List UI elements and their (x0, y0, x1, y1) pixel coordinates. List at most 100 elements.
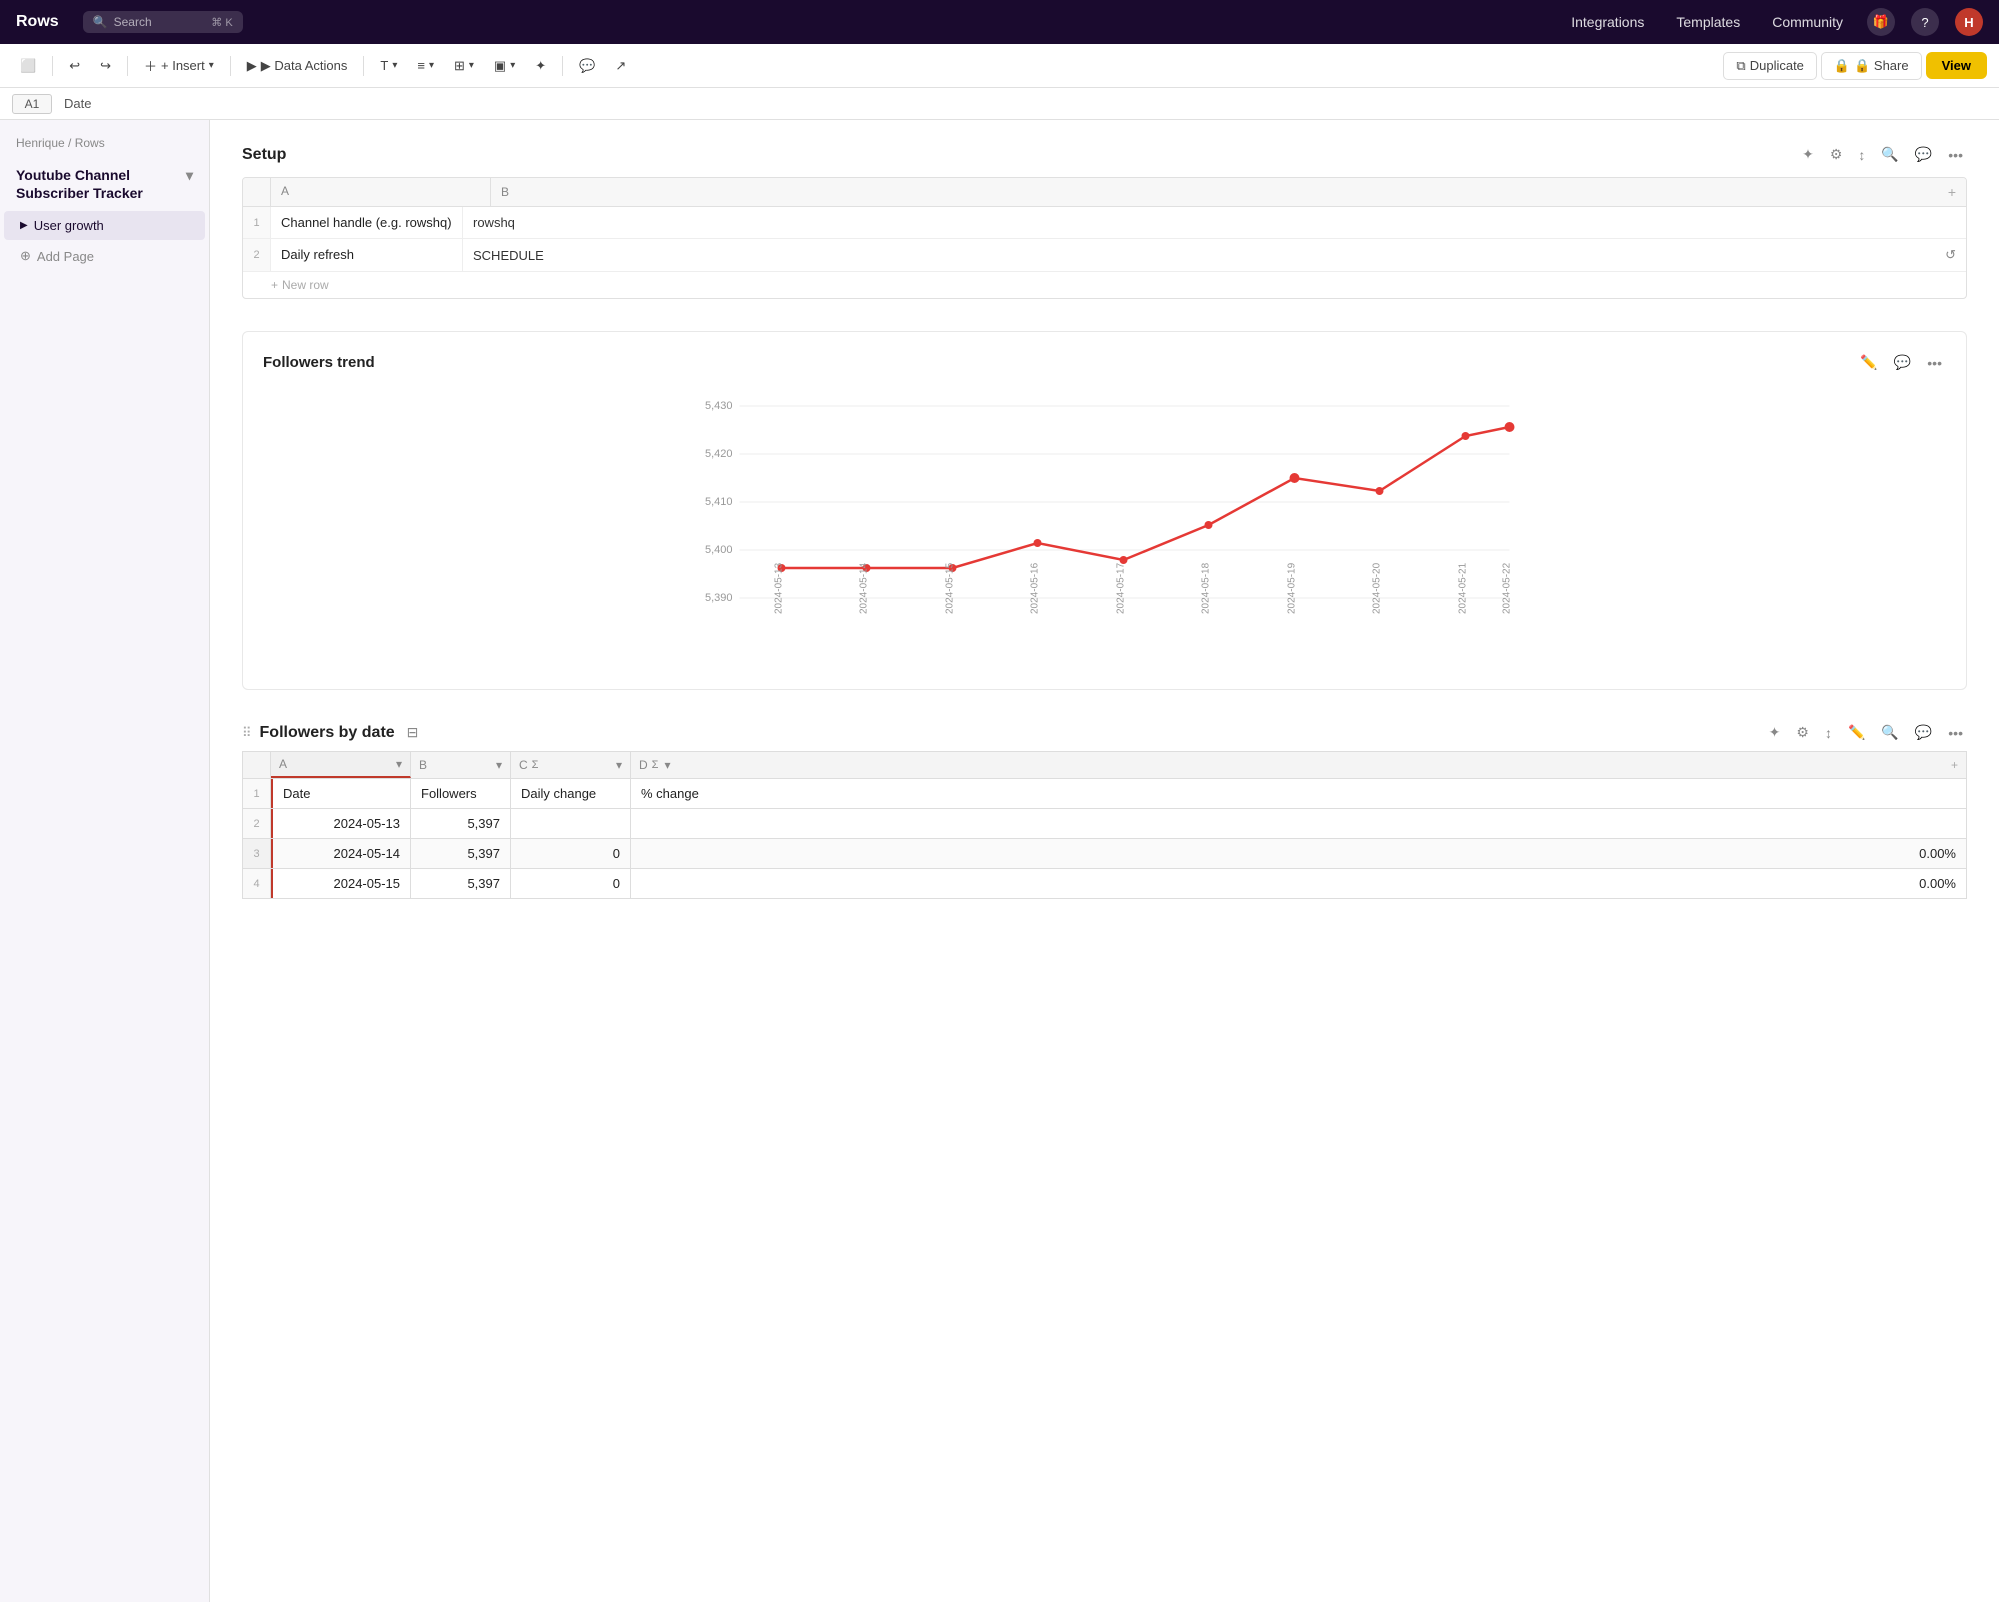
row-4-pct-change[interactable]: 0.00% (631, 869, 1966, 898)
row-2-pct-change[interactable] (631, 809, 1966, 838)
data-point-6 (1290, 473, 1300, 483)
row-4-followers[interactable]: 5,397 (411, 869, 511, 898)
avatar[interactable]: H (1955, 8, 1983, 36)
chevron-icon[interactable]: ▾ (186, 166, 193, 184)
comment-icon-setup[interactable]: 💬 (1911, 144, 1936, 165)
pct-change-col-name[interactable]: % change (631, 779, 1966, 808)
y-label-5400: 5,400 (705, 544, 733, 556)
plus-icon: ＋ (144, 56, 157, 75)
x-label-3: 2024-05-16 (1030, 562, 1041, 614)
row-4-daily-change[interactable]: 0 (511, 869, 631, 898)
gift-icon[interactable]: 🎁 (1867, 8, 1895, 36)
chart-more-icon[interactable]: ••• (1923, 353, 1946, 373)
edit-icon-tbl[interactable]: ✏️ (1844, 722, 1869, 743)
daily-change-col-name[interactable]: Daily change (511, 779, 631, 808)
cell-content: Date (64, 96, 91, 111)
row-2-date[interactable]: 2024-05-13 (271, 809, 411, 838)
new-row[interactable]: + New row (243, 272, 1966, 298)
date-col-name[interactable]: Date (271, 779, 411, 808)
row-4-date[interactable]: 2024-05-15 (271, 869, 411, 898)
col-c-dropdown[interactable]: ▾ (616, 758, 622, 772)
col-a-dropdown[interactable]: ▾ (396, 757, 402, 771)
filter-icon-tbl[interactable]: ⚙ (1792, 722, 1813, 743)
col-d-header-tbl[interactable]: D Σ ▾ + (631, 752, 1966, 778)
table-view-icon[interactable]: ⊟ (403, 722, 423, 743)
x-label-4: 2024-05-17 (1116, 562, 1127, 614)
undo-btn[interactable]: ↩ (61, 53, 88, 79)
chart-btn[interactable]: ▣ ▾ (486, 53, 523, 79)
data-point-4 (1120, 556, 1128, 564)
duplicate-btn[interactable]: ⧉ Duplicate (1723, 52, 1817, 80)
help-icon[interactable]: ? (1911, 8, 1939, 36)
sidebar-item-user-growth[interactable]: ▶ User growth (4, 211, 205, 240)
search-placeholder: Search (114, 15, 152, 29)
data-actions-btn[interactable]: ▶ ▶ Data Actions (239, 53, 356, 79)
sort-icon[interactable]: ↕ (1854, 145, 1869, 165)
align-btn[interactable]: ≡ ▾ (409, 53, 442, 78)
col-header-row: A ▾ B ▾ C Σ ▾ D Σ ▾ + (242, 751, 1967, 778)
comment-btn[interactable]: 💬 (571, 53, 603, 79)
clean-btn[interactable]: ✦ (527, 53, 554, 79)
search-icon-setup[interactable]: 🔍 (1877, 144, 1902, 165)
col-d-dropdown[interactable]: ▾ (664, 758, 670, 772)
nav-integrations[interactable]: Integrations (1563, 10, 1652, 34)
row-2-followers[interactable]: 5,397 (411, 809, 511, 838)
row-3-followers[interactable]: 5,397 (411, 839, 511, 868)
svg-text:2024-05-20: 2024-05-20 (1372, 562, 1383, 614)
row-2-daily-change[interactable] (511, 809, 631, 838)
plus-col-icon[interactable]: + (1948, 184, 1956, 200)
drag-handle-icon[interactable]: ⠿ (242, 725, 252, 741)
followers-table-title-row: ⠿ Followers by date ⊟ (242, 722, 422, 743)
x-label-9: 2024-05-22 (1502, 562, 1513, 614)
auto-fill-icon-tbl[interactable]: ✦ (1765, 722, 1785, 743)
plus-circle-icon: ⊕ (20, 248, 31, 264)
text-format-btn[interactable]: T ▾ (372, 53, 405, 78)
app-logo[interactable]: Rows (16, 13, 59, 31)
comment-icon-tbl[interactable]: 💬 (1911, 722, 1936, 743)
breadcrumb-henrique[interactable]: Henrique (16, 136, 65, 150)
followers-col-name[interactable]: Followers (411, 779, 511, 808)
trend-btn[interactable]: ↗ (607, 53, 634, 79)
col-a-header-tbl[interactable]: A ▾ (271, 752, 411, 778)
view-btn[interactable]: View (1926, 52, 1987, 79)
copy-icon: ⧉ (1736, 58, 1745, 74)
more-icon-setup[interactable]: ••• (1944, 145, 1967, 165)
breadcrumb-rows[interactable]: Rows (75, 136, 105, 150)
col-b-dropdown[interactable]: ▾ (496, 758, 502, 772)
share-btn[interactable]: 🔒 🔒 Share (1821, 52, 1922, 80)
sidebar-toggle-btn[interactable]: ⬜ (12, 53, 44, 79)
col-b-header-tbl[interactable]: B ▾ (411, 752, 511, 778)
row-3-daily-change[interactable]: 0 (511, 839, 631, 868)
row-3-date[interactable]: 2024-05-14 (271, 839, 411, 868)
add-page-label: Add Page (37, 249, 94, 264)
search-bar[interactable]: 🔍 Search ⌘ K (83, 11, 243, 33)
add-col-icon[interactable]: + (1951, 758, 1958, 772)
redo-btn[interactable]: ↪ (92, 53, 119, 79)
setup-title: Setup (242, 146, 286, 164)
plus-row-icon: + (271, 278, 278, 292)
table-row-2: 2 2024-05-13 5,397 (242, 808, 1967, 838)
auto-fill-icon[interactable]: ✦ (1798, 144, 1818, 165)
nav-community[interactable]: Community (1764, 10, 1851, 34)
setup-table-header: A B + (243, 178, 1966, 207)
more-icon-tbl[interactable]: ••• (1944, 723, 1967, 743)
refresh-icon[interactable]: ↺ (1945, 247, 1956, 263)
row-3-pct-change[interactable]: 0.00% (631, 839, 1966, 868)
chart-comment-icon[interactable]: 💬 (1890, 352, 1915, 373)
filter-icon[interactable]: ⚙ (1826, 144, 1847, 165)
x-label-8: 2024-05-21 (1458, 562, 1469, 614)
cell-reference[interactable]: A1 (12, 94, 52, 114)
setup-row-1-col-b[interactable]: rowshq (463, 207, 1966, 238)
search-icon-tbl[interactable]: 🔍 (1877, 722, 1902, 743)
chart-edit-icon[interactable]: ✏️ (1856, 352, 1881, 373)
setup-row-2-col-b[interactable]: SCHEDULE ↺ (463, 239, 1966, 271)
svg-text:2024-05-21: 2024-05-21 (1458, 562, 1469, 614)
sigma-icon: Σ (532, 759, 539, 771)
sort-icon-tbl[interactable]: ↕ (1821, 723, 1836, 743)
add-page-btn[interactable]: ⊕ Add Page (4, 241, 205, 271)
col-c-header-tbl[interactable]: C Σ ▾ (511, 752, 631, 778)
insert-btn[interactable]: ＋ + Insert ▾ (136, 51, 222, 80)
data-actions-label: ▶ Data Actions (261, 58, 348, 74)
nav-templates[interactable]: Templates (1668, 10, 1748, 34)
view-options-btn[interactable]: ⊞ ▾ (446, 53, 482, 79)
